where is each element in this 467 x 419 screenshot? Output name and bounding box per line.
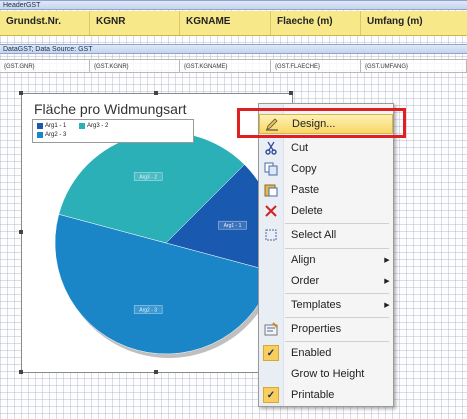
- highlight-annotation-box: [237, 108, 406, 138]
- menu-item-select-all[interactable]: Select All: [259, 225, 393, 245]
- menu-item-order[interactable]: Order ▶: [259, 271, 393, 291]
- menu-item-paste[interactable]: Paste: [259, 180, 393, 200]
- header-cell-kgnr[interactable]: KGNR: [90, 11, 180, 35]
- chart-legend: Arg1 - 1 Arg3 - 2 Arg2 - 3: [32, 119, 194, 143]
- resize-handle[interactable]: [19, 370, 23, 374]
- header-cell-grundst-nr[interactable]: Grundst.Nr.: [0, 11, 90, 35]
- legend-swatch: [79, 123, 85, 129]
- legend-label: Arg2 - 3: [45, 132, 67, 138]
- menu-item-templates[interactable]: Templates ▶: [259, 295, 393, 315]
- data-field-umfang[interactable]: {GST.UMFANG}: [361, 59, 467, 73]
- pie-data-label: Arg2 - 3: [133, 305, 163, 314]
- copy-icon: [259, 159, 283, 179]
- menu-item-enabled[interactable]: ✓ Enabled: [259, 343, 393, 363]
- legend-label: Arg3 - 2: [87, 123, 109, 129]
- menu-separator: [285, 293, 389, 294]
- menu-separator: [285, 317, 389, 318]
- scissors-icon: [259, 138, 283, 158]
- menu-separator: [285, 341, 389, 342]
- data-field-flaeche[interactable]: {GST.FLAECHE}: [271, 59, 361, 73]
- data-band[interactable]: {GST.GNR} {GST.KGNR} {GST.KGNAME} {GST.F…: [0, 59, 467, 73]
- header-band-label[interactable]: HeaderGST: [0, 0, 467, 10]
- menu-item-align[interactable]: Align ▶: [259, 250, 393, 270]
- report-designer-canvas[interactable]: HeaderGST Grundst.Nr. KGNR KGNAME Flaech…: [0, 0, 467, 419]
- data-field-gnr[interactable]: {GST.GNR}: [0, 59, 90, 73]
- legend-item: Arg1 - 1: [37, 123, 66, 129]
- submenu-arrow-icon: ▶: [384, 257, 390, 264]
- header-cell-kgname[interactable]: KGNAME: [180, 11, 271, 35]
- pie-data-label-text: Arg3 - 2: [139, 175, 157, 181]
- context-menu[interactable]: Design... Cut Copy Paste Delete Select A…: [258, 103, 394, 407]
- resize-handle[interactable]: [154, 370, 158, 374]
- data-field-kgname[interactable]: {GST.KGNAME}: [180, 59, 271, 73]
- header-cell-flaeche[interactable]: Flaeche (m): [271, 11, 361, 35]
- legend-swatch: [37, 132, 43, 138]
- header-band[interactable]: Grundst.Nr. KGNR KGNAME Flaeche (m) Umfa…: [0, 11, 467, 36]
- resize-handle[interactable]: [19, 91, 23, 95]
- resize-handle[interactable]: [289, 91, 293, 95]
- menu-item-properties[interactable]: Properties: [259, 319, 393, 339]
- menu-item-grow-to-height[interactable]: Grow to Height: [259, 364, 393, 384]
- paste-icon: [259, 180, 283, 200]
- menu-separator: [285, 223, 389, 224]
- submenu-arrow-icon: ▶: [384, 278, 390, 285]
- pie-data-label: Arg3 - 2: [133, 172, 163, 181]
- checkmark-icon: ✓: [263, 345, 279, 361]
- menu-item-printable[interactable]: ✓ Printable: [259, 385, 393, 405]
- delete-x-icon: [259, 201, 283, 221]
- resize-handle[interactable]: [19, 230, 23, 234]
- data-field-kgnr[interactable]: {GST.KGNR}: [90, 59, 180, 73]
- header-cell-umfang[interactable]: Umfang (m): [361, 11, 467, 35]
- pie-data-label-text: Arg1 - 1: [224, 223, 242, 229]
- legend-swatch: [37, 123, 43, 129]
- legend-label: Arg1 - 1: [45, 123, 67, 129]
- menu-item-cut[interactable]: Cut: [259, 138, 393, 158]
- checkmark-icon: ✓: [263, 387, 279, 403]
- data-band-label[interactable]: DataGST; Data Source: GST: [0, 44, 467, 54]
- legend-item: Arg3 - 2: [79, 123, 108, 129]
- legend-item: Arg2 - 3: [37, 132, 66, 138]
- submenu-arrow-icon: ▶: [384, 302, 390, 309]
- menu-item-copy[interactable]: Copy: [259, 159, 393, 179]
- pie-data-label-text: Arg2 - 3: [139, 307, 157, 313]
- pie-data-label: Arg1 - 1: [218, 220, 247, 230]
- menu-separator: [285, 248, 389, 249]
- resize-handle[interactable]: [154, 91, 158, 95]
- select-all-icon: [259, 225, 283, 245]
- properties-icon: [259, 319, 283, 339]
- menu-item-delete[interactable]: Delete: [259, 201, 393, 221]
